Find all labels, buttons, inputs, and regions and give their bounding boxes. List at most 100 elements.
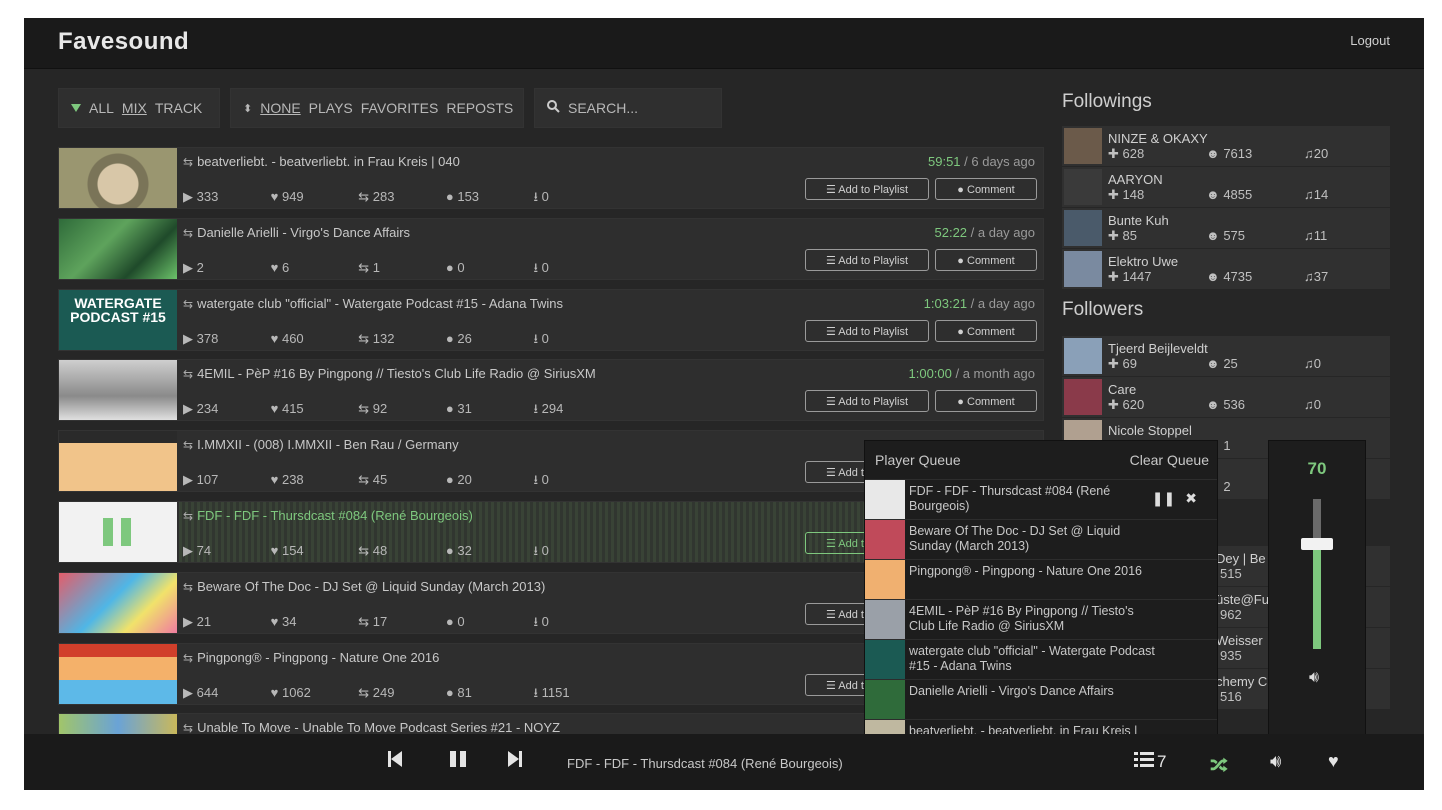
- logout-link[interactable]: Logout: [1350, 33, 1390, 48]
- person-name[interactable]: Bunte Kuh: [1108, 213, 1169, 228]
- track-artwork[interactable]: [59, 360, 177, 420]
- queue-toggle-button[interactable]: 7: [1134, 751, 1166, 772]
- avatar[interactable]: [1064, 128, 1102, 164]
- previous-icon[interactable]: [388, 750, 402, 774]
- add-to-playlist-button[interactable]: ☰ Add to Playlist: [805, 178, 929, 200]
- followings-title: Followings: [1062, 91, 1152, 112]
- volume-slider[interactable]: [1313, 499, 1321, 649]
- person-name[interactable]: Weisser: [1216, 633, 1263, 648]
- comment-button[interactable]: ● Comment: [935, 320, 1037, 342]
- track-title[interactable]: ⇆ 4EMIL - PèP #16 By Pingpong // Tiesto's…: [183, 366, 596, 381]
- person-name[interactable]: Tjeerd Beijleveldt: [1108, 341, 1208, 356]
- brand-logo[interactable]: Favesound: [58, 28, 189, 56]
- heart-icon[interactable]: ♥: [1328, 751, 1339, 772]
- track-artwork[interactable]: [59, 573, 177, 633]
- reposts-stat: ⇆ 1: [358, 260, 380, 275]
- queue-item[interactable]: Beware Of The Doc - DJ Set @ Liquid Sund…: [865, 519, 1217, 560]
- person-name[interactable]: chemy C: [1216, 674, 1267, 689]
- person-name[interactable]: Nicole Stoppel: [1108, 423, 1192, 438]
- clear-queue-button[interactable]: Clear Queue: [1130, 452, 1209, 468]
- track-title[interactable]: ⇆ Danielle Arielli - Virgo's Dance Affair…: [183, 225, 410, 240]
- track-artwork[interactable]: [59, 219, 177, 279]
- queue-item-title[interactable]: FDF - FDF - Thursdcast #084 (René Bourge…: [909, 484, 1159, 514]
- person-name[interactable]: NINZE & OKAXY: [1108, 131, 1208, 146]
- shuffle-icon[interactable]: 🔀︎: [1210, 751, 1228, 778]
- sort-none[interactable]: NONE: [260, 100, 300, 116]
- add-to-playlist-button[interactable]: ☰ Add to Playlist: [805, 390, 929, 412]
- sort-reposts[interactable]: REPOSTS: [446, 100, 513, 116]
- next-icon[interactable]: [508, 750, 522, 774]
- track-artwork[interactable]: [59, 714, 177, 734]
- track-title[interactable]: ⇆ beatverliebt. - beatverliebt. in Frau K…: [183, 154, 460, 169]
- close-icon[interactable]: ✖: [1185, 490, 1197, 506]
- person-row[interactable]: AARYON ✚ 148 ☻ 4855 ♫14: [1062, 167, 1390, 208]
- type-filter: ALL MIX TRACK: [58, 88, 220, 128]
- queue-item[interactable]: 4EMIL - PèP #16 By Pingpong // Tiesto's …: [865, 599, 1217, 640]
- queue-item[interactable]: Pingpong® - Pingpong - Nature One 2016: [865, 559, 1217, 600]
- track-artwork[interactable]: [59, 148, 177, 208]
- person-name[interactable]: Elektro Uwe: [1108, 254, 1178, 269]
- comment-button[interactable]: ● Comment: [935, 249, 1037, 271]
- track-title[interactable]: ⇆ FDF - FDF - Thursdcast #084 (René Bourg…: [183, 508, 473, 523]
- track-artwork[interactable]: [59, 431, 177, 491]
- person-row[interactable]: NINZE & OKAXY ✚ 628 ☻ 7613 ♫20: [1062, 126, 1390, 167]
- track-artwork[interactable]: WATERGATE PODCAST #15: [59, 290, 177, 350]
- filter-mix[interactable]: MIX: [122, 100, 147, 116]
- queue-item[interactable]: watergate club "official" - Watergate Po…: [865, 639, 1217, 680]
- person-row[interactable]: Elektro Uwe ✚ 1447 ☻ 4735 ♫37: [1062, 249, 1390, 290]
- comments-stat: ● 26: [445, 331, 472, 346]
- sort-favorites[interactable]: FAVORITES: [361, 100, 439, 116]
- track-row[interactable]: ⇆ Danielle Arielli - Virgo's Dance Affair…: [58, 218, 1044, 280]
- track-title[interactable]: ⇆ Beware Of The Doc - DJ Set @ Liquid Sun…: [183, 579, 545, 594]
- add-to-playlist-button[interactable]: ☰ Add to Playlist: [805, 249, 929, 271]
- queue-artwork: [865, 680, 905, 720]
- track-title-text: I.MMXII - (008) I.MMXII - Ben Rau / Germ…: [197, 437, 459, 452]
- person-name[interactable]: üste@Fu: [1216, 592, 1269, 607]
- avatar[interactable]: [1064, 169, 1102, 205]
- pause-icon[interactable]: [449, 750, 467, 774]
- follow-stat: ✚ 1447: [1108, 269, 1152, 284]
- track-title[interactable]: ⇆ Pingpong® - Pingpong - Nature One 2016: [183, 650, 439, 665]
- avatar[interactable]: [1064, 210, 1102, 246]
- person-row[interactable]: Tjeerd Beijleveldt ✚ 69 ☻ 25 ♫0: [1062, 336, 1390, 377]
- queue-item-title[interactable]: Danielle Arielli - Virgo's Dance Affairs: [909, 684, 1159, 699]
- track-row[interactable]: WATERGATE PODCAST #15 ⇆ watergate club "of…: [58, 289, 1044, 351]
- person-row[interactable]: Bunte Kuh ✚ 85 ☻ 575 ♫11: [1062, 208, 1390, 249]
- avatar[interactable]: [1064, 338, 1102, 374]
- track-artwork[interactable]: [59, 502, 177, 562]
- follow-count: 620: [1122, 397, 1145, 412]
- queue-item-title[interactable]: watergate club "official" - Watergate Po…: [909, 644, 1159, 674]
- person-name[interactable]: Care: [1108, 382, 1136, 397]
- person-name[interactable]: AARYON: [1108, 172, 1163, 187]
- filter-all[interactable]: ALL: [89, 100, 114, 116]
- likes-count: 415: [281, 401, 304, 416]
- queue-item-title[interactable]: Beware Of The Doc - DJ Set @ Liquid Sund…: [909, 524, 1159, 554]
- avatar[interactable]: [1064, 251, 1102, 287]
- users-count: 4855: [1223, 187, 1253, 202]
- tracks-stat: ♫11: [1304, 228, 1327, 243]
- track-title[interactable]: ⇆ I.MMXII - (008) I.MMXII - Ben Rau / Ger…: [183, 437, 459, 452]
- person-row[interactable]: Care ✚ 620 ☻ 536 ♫0: [1062, 377, 1390, 418]
- comment-button[interactable]: ● Comment: [935, 390, 1037, 412]
- queue-item-title[interactable]: 4EMIL - PèP #16 By Pingpong // Tiesto's …: [909, 604, 1159, 634]
- search-input[interactable]: SEARCH...: [534, 88, 722, 128]
- volume-toggle-icon[interactable]: 🔊︎: [1270, 751, 1281, 772]
- queue-item-title[interactable]: Pingpong® - Pingpong - Nature One 2016: [909, 564, 1159, 579]
- sort-plays[interactable]: PLAYS: [309, 100, 353, 116]
- add-to-playlist-button[interactable]: ☰ Add to Playlist: [805, 320, 929, 342]
- downloads-count: 0: [541, 614, 549, 629]
- filter-track[interactable]: TRACK: [155, 100, 202, 116]
- track-row[interactable]: ⇆ beatverliebt. - beatverliebt. in Frau K…: [58, 147, 1044, 209]
- volume-handle[interactable]: [1301, 538, 1333, 550]
- track-title[interactable]: ⇆ Unable To Move - Unable To Move Podcast…: [183, 720, 560, 734]
- queue-item[interactable]: FDF - FDF - Thursdcast #084 (René Bourge…: [865, 479, 1217, 520]
- person-name[interactable]: Dey | Be: [1216, 551, 1266, 566]
- comment-button[interactable]: ● Comment: [935, 178, 1037, 200]
- pause-icon[interactable]: ❚❚: [1152, 490, 1175, 506]
- track-artwork[interactable]: [59, 644, 177, 704]
- avatar[interactable]: [1064, 379, 1102, 415]
- queue-item[interactable]: Danielle Arielli - Virgo's Dance Affairs: [865, 679, 1217, 720]
- track-row[interactable]: ⇆ 4EMIL - PèP #16 By Pingpong // Tiesto's…: [58, 359, 1044, 421]
- downloads-count: 1151: [541, 685, 570, 700]
- track-title[interactable]: ⇆ watergate club "official" - Watergate P…: [183, 296, 563, 311]
